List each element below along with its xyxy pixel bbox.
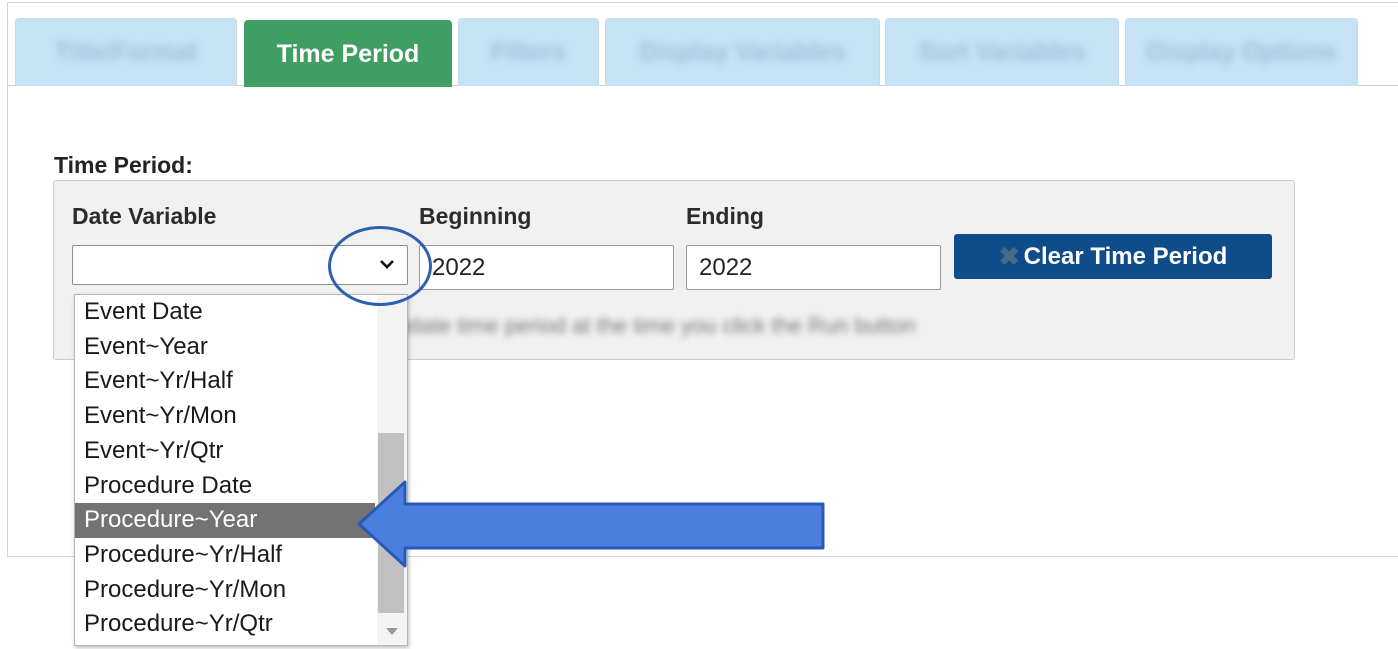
dropdown-option[interactable]: Event~Year — [75, 330, 375, 365]
date-variable-dropdown-list[interactable]: Event Date Event~Year Event~Yr/Half Even… — [74, 294, 408, 646]
scroll-down-arrow-icon[interactable] — [386, 628, 398, 635]
ending-label: Ending — [686, 203, 764, 229]
date-variable-label: Date Variable — [72, 203, 217, 229]
dropdown-option[interactable]: Procedure~Yr/Qtr — [75, 607, 375, 642]
tab-sort-variables[interactable]: Sort Variables — [885, 18, 1119, 86]
beginning-label: Beginning — [419, 203, 532, 229]
dropdown-option[interactable]: Procedure Date — [75, 469, 375, 504]
dropdown-option-selected[interactable]: Procedure~Year — [75, 503, 375, 538]
tab-bar: Title/Format Time Period Filters Display… — [7, 2, 1398, 87]
beginning-input[interactable]: 2022 — [419, 245, 674, 290]
dropdown-option[interactable]: Event~Yr/Half — [75, 364, 375, 399]
clear-time-period-button[interactable]: ✖ Clear Time Period — [954, 234, 1272, 279]
dropdown-option[interactable]: Event Date — [75, 295, 375, 330]
tab-filters[interactable]: Filters — [458, 18, 599, 86]
tab-time-period[interactable]: Time Period — [244, 20, 452, 87]
dropdown-option[interactable]: Procedure~Yr/Mon — [75, 573, 375, 608]
annotation-arrow-icon — [357, 480, 825, 568]
ending-input[interactable]: 2022 — [686, 245, 941, 290]
tab-display-options[interactable]: Display Options — [1125, 18, 1358, 86]
tab-display-variables[interactable]: Display Variables — [605, 18, 880, 86]
time-period-note: Update time period at the time you click… — [380, 313, 916, 338]
dropdown-option[interactable]: Event~Yr/Mon — [75, 399, 375, 434]
x-icon: ✖ — [998, 242, 1020, 271]
time-period-heading: Time Period: — [54, 152, 193, 178]
clear-time-period-label: Clear Time Period — [1023, 242, 1228, 270]
tab-title-format[interactable]: Title/Format — [15, 18, 237, 86]
dropdown-option[interactable]: Event~Yr/Qtr — [75, 434, 375, 469]
dropdown-option[interactable]: Procedure~Yr/Half — [75, 538, 375, 573]
annotation-circle — [328, 226, 432, 306]
dropdown-scrollbar[interactable] — [377, 295, 407, 645]
